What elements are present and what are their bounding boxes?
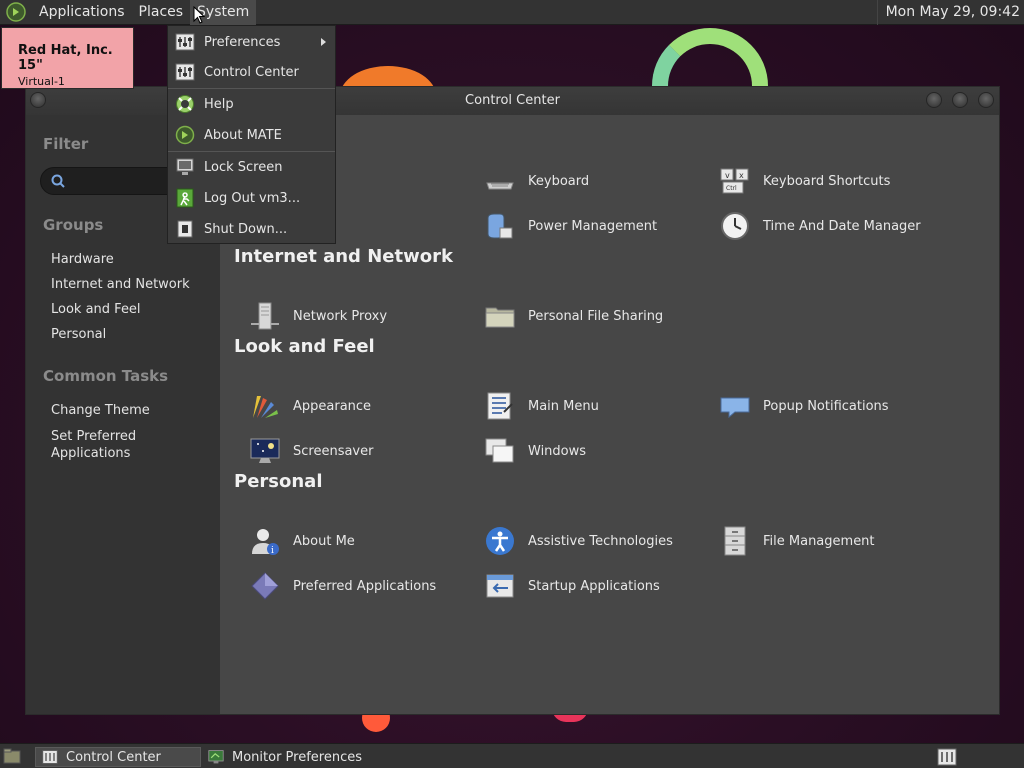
keyboard-shortcuts-icon: v x Ctrl <box>720 168 749 194</box>
applications-menu[interactable]: Applications <box>32 0 132 25</box>
window-title: Control Center <box>465 93 560 108</box>
menu-item-lock-screen[interactable]: Lock Screen <box>168 152 335 182</box>
preferences-icon <box>175 33 195 51</box>
task-set-preferred-applications[interactable]: Set Preferred Applications <box>51 428 171 462</box>
clock-icon <box>721 212 749 240</box>
display-notification[interactable]: Red Hat, Inc. 15" Virtual-1 <box>1 27 134 89</box>
maximize-button[interactable] <box>952 92 968 108</box>
submenu-arrow-icon <box>321 38 326 46</box>
sidebar-item-internet-and-network[interactable]: Internet and Network <box>51 277 190 292</box>
panel-menu-bar: Applications Places System <box>0 0 257 25</box>
accessibility-icon <box>486 527 514 555</box>
item-startup-applications[interactable]: Startup Applications <box>484 569 660 603</box>
close-button[interactable] <box>978 92 994 108</box>
startup-applications-icon <box>486 574 514 598</box>
taskbar-monitor-preferences[interactable]: Monitor Preferences <box>202 747 372 767</box>
svg-text:x: x <box>739 171 744 180</box>
group-title-internet-and-network: Internet and Network <box>234 246 453 267</box>
search-icon <box>51 174 65 188</box>
bottom-panel: Control Center Monitor Preferences <box>0 743 1024 768</box>
item-personal-file-sharing[interactable]: Personal File Sharing <box>484 299 663 333</box>
lock-screen-icon <box>176 158 194 175</box>
content-area: rs Keyboard v x Ctrl Keyboard Shortcuts <box>220 115 999 714</box>
main-menu-icon <box>487 392 513 420</box>
common-tasks-heading: Common Tasks <box>43 367 169 385</box>
notification-subtitle: Virtual-1 <box>18 75 65 88</box>
svg-text:Ctrl: Ctrl <box>726 185 737 192</box>
taskbar-control-center[interactable]: Control Center <box>35 747 201 767</box>
keyboard-icon <box>486 182 514 190</box>
control-center-icon <box>175 63 195 81</box>
appearance-icon <box>253 396 278 418</box>
notification-title: Red Hat, Inc. 15" <box>18 43 113 73</box>
group-title-look-and-feel: Look and Feel <box>234 336 375 357</box>
control-center-icon <box>42 750 58 764</box>
item-preferred-applications[interactable]: Preferred Applications <box>249 569 436 603</box>
item-windows[interactable]: Windows <box>484 434 586 468</box>
menu-item-shut-down[interactable]: Shut Down... <box>168 214 335 244</box>
top-panel: Applications Places System Mon May 29, 0… <box>0 0 1024 25</box>
item-assistive-technologies[interactable]: Assistive Technologies <box>484 524 673 558</box>
svg-text:v: v <box>725 171 730 180</box>
sidebar-item-personal[interactable]: Personal <box>51 327 106 342</box>
mate-logo-icon[interactable] <box>6 2 26 22</box>
svg-text:i: i <box>271 546 274 556</box>
file-cabinet-icon <box>724 526 746 556</box>
group-title-personal: Personal <box>234 471 323 492</box>
about-me-icon: i <box>252 529 279 556</box>
filter-heading: Filter <box>43 135 89 153</box>
groups-heading: Groups <box>43 216 104 234</box>
item-network-proxy[interactable]: Network Proxy <box>249 299 387 333</box>
shut-down-icon <box>177 220 193 238</box>
screensaver-icon <box>250 438 280 463</box>
item-appearance[interactable]: Appearance <box>249 389 371 423</box>
preferred-applications-icon <box>251 572 279 600</box>
folder-share-icon <box>485 307 515 328</box>
task-change-theme[interactable]: Change Theme <box>51 403 150 418</box>
item-screensaver[interactable]: Screensaver <box>249 434 373 468</box>
help-icon <box>176 95 194 113</box>
menu-item-control-center[interactable]: Control Center <box>168 57 335 87</box>
item-keyboard-shortcuts[interactable]: v x Ctrl Keyboard Shortcuts <box>719 164 890 198</box>
places-menu[interactable]: Places <box>132 0 191 25</box>
monitor-icon <box>208 750 224 764</box>
panel-clock[interactable]: Mon May 29, 09:42 <box>876 0 1024 25</box>
item-main-menu[interactable]: Main Menu <box>484 389 599 423</box>
system-dropdown-menu: Preferences Control Center Help About MA… <box>167 25 336 244</box>
item-popup-notifications[interactable]: Popup Notifications <box>719 389 889 423</box>
workspace-switcher-icon[interactable] <box>937 747 957 767</box>
window-menu-button[interactable] <box>30 92 46 108</box>
windows-icon <box>485 438 514 463</box>
minimize-button[interactable] <box>926 92 942 108</box>
power-management-icon <box>487 213 513 239</box>
item-time-and-date-manager[interactable]: Time And Date Manager <box>719 209 921 243</box>
item-keyboard[interactable]: Keyboard <box>484 164 589 198</box>
item-about-me[interactable]: i About Me <box>249 524 355 558</box>
sidebar-item-hardware[interactable]: Hardware <box>51 252 114 267</box>
log-out-icon <box>176 188 194 208</box>
network-proxy-icon <box>251 302 279 330</box>
sidebar-item-look-and-feel[interactable]: Look and Feel <box>51 302 141 317</box>
menu-item-help[interactable]: Help <box>168 89 335 119</box>
popup-notification-icon <box>720 397 750 419</box>
menu-item-about-mate[interactable]: About MATE <box>168 120 335 150</box>
menu-item-log-out[interactable]: Log Out vm3... <box>168 183 335 213</box>
mate-logo-icon <box>175 125 195 145</box>
item-power-management[interactable]: Power Management <box>484 209 657 243</box>
menu-item-preferences[interactable]: Preferences <box>168 27 335 57</box>
mouse-cursor-icon <box>193 6 205 24</box>
item-file-management[interactable]: File Management <box>719 524 875 558</box>
show-desktop-icon[interactable] <box>3 748 21 764</box>
